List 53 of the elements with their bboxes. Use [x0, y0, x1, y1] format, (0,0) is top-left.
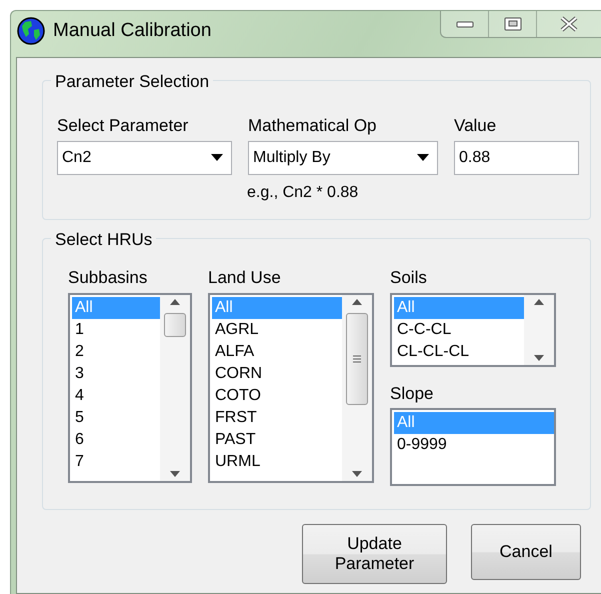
- minimize-icon[interactable]: [456, 19, 474, 29]
- list-item[interactable]: 2: [72, 340, 160, 362]
- scroll-down-icon[interactable]: [534, 354, 544, 360]
- scroll-up-icon[interactable]: [534, 298, 544, 304]
- list-item[interactable]: ALFA: [212, 340, 342, 362]
- cancel-button[interactable]: Cancel: [471, 524, 581, 580]
- field-label: Mathematical Op: [248, 115, 378, 137]
- dropdown[interactable]: Multiply By: [248, 140, 438, 174]
- list-item[interactable]: 5: [72, 406, 160, 428]
- scroll-up-icon[interactable]: [170, 298, 180, 304]
- list-item[interactable]: 1: [72, 318, 160, 340]
- grip-icon[interactable]: [353, 354, 361, 362]
- scrollbar[interactable]: [524, 294, 554, 364]
- list-item[interactable]: 0-9999: [394, 434, 554, 456]
- list-box[interactable]: All AGRL ALFA CORN COTO FRST PAST URML: [208, 292, 374, 482]
- field-label: Value: [454, 115, 498, 137]
- field-label: Select Parameter: [57, 115, 190, 137]
- example-text: e.g., Cn2 * 0.88: [247, 182, 358, 202]
- list-item[interactable]: AGRL: [212, 318, 342, 340]
- globe-icon: [17, 17, 45, 45]
- window-title: Manual Calibration: [53, 18, 212, 43]
- list-item[interactable]: COTO: [212, 384, 342, 406]
- scroll-thumb[interactable]: [164, 312, 186, 336]
- list-item[interactable]: CORN: [212, 362, 342, 384]
- list-label: Subbasins: [68, 267, 148, 289]
- list-box[interactable]: All 0-9999: [390, 408, 556, 486]
- maximize-icon[interactable]: [504, 17, 522, 31]
- list-item[interactable]: 4: [72, 384, 160, 406]
- list-item[interactable]: 3: [72, 362, 160, 384]
- list-label: Land Use: [208, 267, 282, 289]
- scroll-down-icon[interactable]: [352, 470, 362, 476]
- list-label: Slope: [390, 382, 434, 404]
- caret-icon: [211, 154, 223, 161]
- scroll-up-icon[interactable]: [352, 298, 362, 304]
- list-item[interactable]: FRST: [212, 406, 342, 428]
- update-button[interactable]: Update Parameter: [302, 524, 447, 584]
- list-box[interactable]: All 1 2 3 4 5 6 7: [68, 292, 192, 482]
- dropdown[interactable]: Cn2: [57, 140, 232, 174]
- close-icon[interactable]: [559, 16, 579, 32]
- value-field[interactable]: 0.88: [454, 140, 579, 174]
- list-item[interactable]: CL-CL-CL: [394, 340, 524, 362]
- scroll-down-icon[interactable]: [170, 470, 180, 476]
- scrollbar[interactable]: [160, 294, 190, 480]
- list-item[interactable]: 7: [72, 450, 160, 472]
- list-label: Soils: [390, 267, 428, 289]
- caret-icon: [417, 154, 429, 161]
- scroll-thumb[interactable]: [346, 312, 368, 404]
- list-item[interactable]: 6: [72, 428, 160, 450]
- list-item[interactable]: PAST: [212, 428, 342, 450]
- list-item[interactable]: URML: [212, 450, 342, 472]
- list-item[interactable]: C-C-CL: [394, 318, 524, 340]
- scrollbar[interactable]: [342, 294, 372, 480]
- list-box[interactable]: All C-C-CL CL-CL-CL: [390, 292, 556, 366]
